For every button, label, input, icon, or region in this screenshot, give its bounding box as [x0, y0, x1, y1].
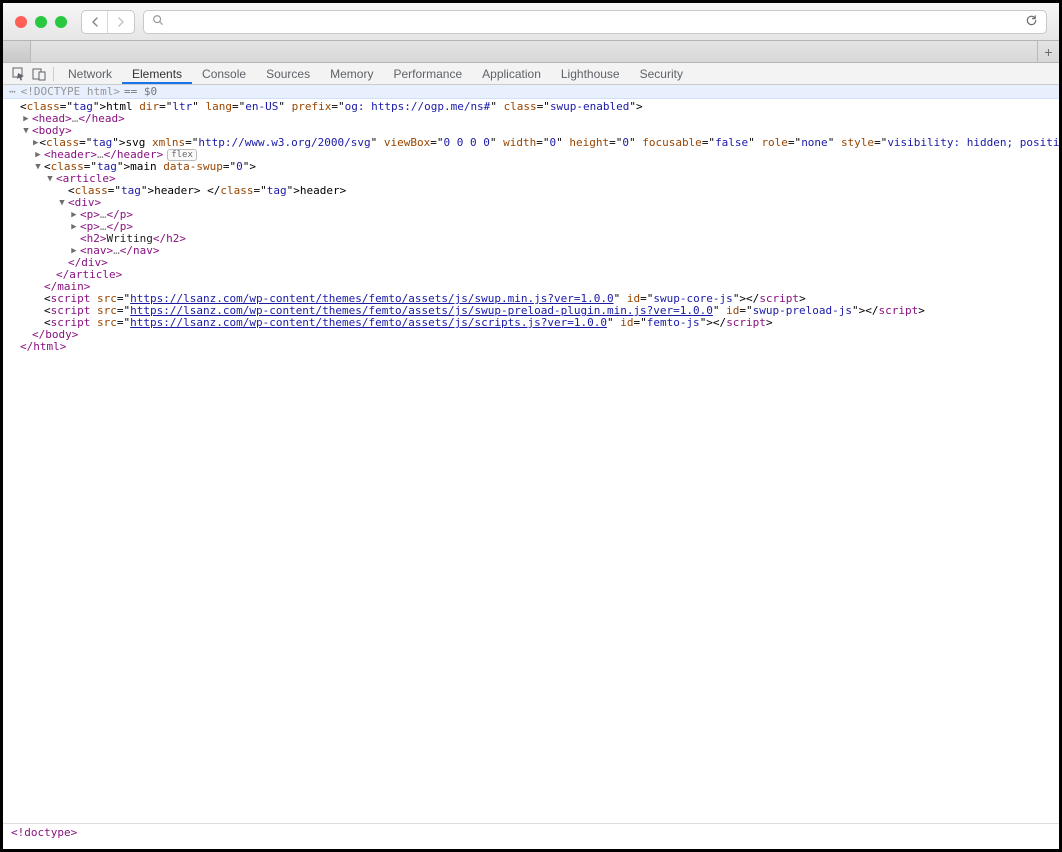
dom-tree[interactable]: <class="tag">html dir="ltr" lang="en-US"…: [3, 99, 1059, 841]
dom-code: <script src="https://lsanz.com/wp-conten…: [44, 317, 773, 329]
window-maximize-button[interactable]: [55, 16, 67, 28]
dom-node[interactable]: </div>: [3, 257, 1059, 269]
nav-buttons: [81, 10, 135, 34]
search-icon: [152, 14, 164, 29]
safari-toolbar: [3, 3, 1059, 41]
inspect-element-icon[interactable]: [9, 63, 29, 84]
reload-icon[interactable]: [1025, 14, 1038, 30]
dom-node[interactable]: </article>: [3, 269, 1059, 281]
dom-code: <class="tag">header> </class="tag">heade…: [68, 185, 346, 197]
dom-node[interactable]: ▶ <head>…</head>: [3, 113, 1059, 125]
tab-network[interactable]: Network: [58, 63, 122, 84]
dom-node[interactable]: ▶ <p>…</p>: [3, 209, 1059, 221]
selected-marker: == $0: [124, 85, 157, 98]
dom-code: <class="tag">svg xmlns="http://www.w3.or…: [39, 137, 1059, 149]
doctype-text: <!DOCTYPE html>: [21, 85, 120, 98]
expand-toggle-icon[interactable]: ▶: [33, 149, 43, 161]
tab-elements[interactable]: Elements: [122, 63, 192, 84]
browser-tab[interactable]: [3, 41, 31, 62]
device-toolbar-icon[interactable]: [29, 63, 49, 84]
dom-node[interactable]: ▶ <nav>…</nav>: [3, 245, 1059, 257]
new-tab-button[interactable]: +: [1037, 41, 1059, 62]
back-button[interactable]: [82, 11, 108, 33]
collapse-toggle-icon[interactable]: ▼: [21, 125, 31, 137]
traffic-lights: [15, 16, 67, 28]
collapse-toggle-icon[interactable]: ▼: [57, 197, 67, 209]
dom-code: </html>: [20, 341, 66, 353]
expand-toggle-icon[interactable]: ▶: [33, 137, 38, 149]
separator: [53, 67, 54, 81]
window-close-button[interactable]: [15, 16, 27, 28]
window-minimize-button[interactable]: [35, 16, 47, 28]
tab-lighthouse[interactable]: Lighthouse: [551, 63, 630, 84]
forward-button[interactable]: [108, 11, 134, 33]
collapse-toggle-icon[interactable]: ▼: [45, 173, 55, 185]
dom-node[interactable]: </body>: [3, 329, 1059, 341]
dom-node[interactable]: <h2>Writing</h2>: [3, 233, 1059, 245]
tab-performance[interactable]: Performance: [383, 63, 472, 84]
expand-toggle-icon[interactable]: ▶: [69, 209, 79, 221]
tab-security[interactable]: Security: [630, 63, 693, 84]
browser-tab-bar: +: [3, 41, 1059, 63]
breadcrumb-item[interactable]: <!doctype>: [11, 827, 77, 839]
dom-node[interactable]: <class="tag">html dir="ltr" lang="en-US"…: [3, 101, 1059, 113]
dom-node[interactable]: ▼ <class="tag">main data-swup="0">: [3, 161, 1059, 173]
dom-node[interactable]: <script src="https://lsanz.com/wp-conten…: [3, 317, 1059, 329]
dom-node[interactable]: ▼ <div>: [3, 197, 1059, 209]
dom-node[interactable]: <class="tag">header> </class="tag">heade…: [3, 185, 1059, 197]
ellipsis-icon: ⋯: [9, 85, 17, 98]
dom-node[interactable]: </html>: [3, 341, 1059, 353]
expand-toggle-icon[interactable]: ▶: [21, 113, 31, 125]
tab-console[interactable]: Console: [192, 63, 256, 84]
expand-toggle-icon[interactable]: ▶: [69, 221, 79, 233]
collapse-toggle-icon[interactable]: ▼: [33, 161, 43, 173]
tab-memory[interactable]: Memory: [320, 63, 383, 84]
tab-sources[interactable]: Sources: [256, 63, 320, 84]
tab-spacer: [31, 41, 1037, 62]
devtools-tabs: Network Elements Console Sources Memory …: [58, 63, 693, 84]
selected-node-row[interactable]: ⋯ <!DOCTYPE html> == $0: [3, 85, 1059, 99]
devtools-toolbar: Network Elements Console Sources Memory …: [3, 63, 1059, 85]
tab-application[interactable]: Application: [472, 63, 551, 84]
url-bar[interactable]: [143, 10, 1047, 34]
breadcrumb[interactable]: <!doctype>: [3, 823, 1059, 841]
